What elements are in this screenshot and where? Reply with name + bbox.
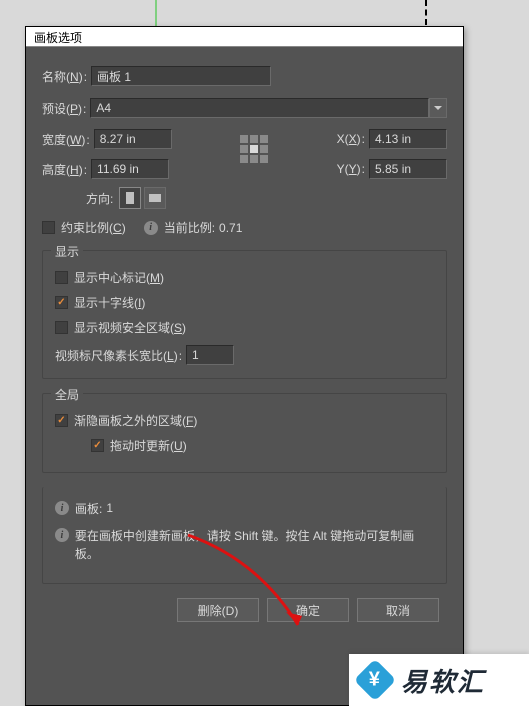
orientation-landscape-button[interactable] [144, 187, 166, 209]
height-label: 高度(H): [42, 161, 91, 178]
preset-dropdown-button[interactable] [429, 98, 447, 118]
orientation-portrait-button[interactable] [119, 187, 141, 209]
artboard-count-value: 1 [106, 501, 113, 515]
reference-point-grid[interactable] [240, 135, 268, 163]
update-drag-checkbox[interactable] [91, 439, 104, 452]
current-ratio-label: 当前比例: [164, 219, 215, 236]
constrain-proportions-label: 约束比例(C) [61, 219, 126, 236]
preset-label: 预设(P): [42, 100, 90, 117]
current-ratio-value: 0.71 [219, 221, 242, 235]
info-icon: i [144, 221, 158, 235]
portrait-icon [126, 192, 134, 204]
width-label: 宽度(W): [42, 131, 94, 148]
constrain-proportions-checkbox[interactable] [42, 221, 55, 234]
dialog-titlebar: 画板选项 [26, 27, 463, 47]
logo-badge-icon: ¥ [357, 662, 393, 698]
info-icon: i [55, 501, 69, 515]
artboard-options-dialog: 画板选项 名称(N): 预设(P): 宽度(W): 高度(H): [25, 26, 464, 706]
info-group: i 画板: 1 i 要在画板中创建新画板，请按 Shift 键。按住 Alt 键… [42, 487, 447, 584]
dialog-title: 画板选项 [34, 31, 82, 45]
logo-text: 易软汇 [401, 662, 485, 699]
x-input[interactable] [369, 129, 447, 149]
global-group: 全局 渐隐画板之外的区域(F) 拖动时更新(U) [42, 393, 447, 473]
video-par-input[interactable] [186, 345, 234, 365]
info-icon: i [55, 528, 69, 542]
name-label: 名称(N): [42, 68, 91, 85]
show-center-mark-checkbox[interactable] [55, 271, 68, 284]
display-group-title: 显示 [51, 243, 83, 260]
height-input[interactable] [91, 159, 169, 179]
watermark-logo: ¥ 易软汇 [349, 654, 529, 706]
name-input[interactable] [91, 66, 271, 86]
width-input[interactable] [94, 129, 172, 149]
fade-outside-label: 渐隐画板之外的区域(F) [74, 412, 197, 429]
x-label: X(X): [337, 132, 369, 146]
delete-button[interactable]: 删除(D) [177, 598, 259, 622]
y-label: Y(Y): [337, 162, 369, 176]
ok-button[interactable]: 确定 [267, 598, 349, 622]
show-crosshairs-label: 显示十字线(I) [74, 294, 145, 311]
preset-select[interactable] [90, 98, 429, 118]
hint-text: 要在画板中创建新画板，请按 Shift 键。按住 Alt 键拖动可复制画板。 [75, 527, 434, 563]
orientation-label: 方向: [86, 190, 113, 207]
show-video-safe-label: 显示视频安全区域(S) [74, 319, 186, 336]
cancel-button[interactable]: 取消 [357, 598, 439, 622]
artboard-edge-dashed [425, 0, 427, 25]
video-par-label: 视频标尺像素长宽比(L): [55, 347, 186, 364]
y-input[interactable] [369, 159, 447, 179]
landscape-icon [149, 194, 161, 202]
show-video-safe-checkbox[interactable] [55, 321, 68, 334]
display-group: 显示 显示中心标记(M) 显示十字线(I) 显示视频安全区域(S) 视频标尺像素… [42, 250, 447, 379]
update-drag-label: 拖动时更新(U) [110, 437, 187, 454]
show-crosshairs-checkbox[interactable] [55, 296, 68, 309]
artboard-count-label: 画板: [75, 500, 102, 517]
global-group-title: 全局 [51, 386, 83, 403]
fade-outside-checkbox[interactable] [55, 414, 68, 427]
chevron-down-icon [434, 106, 442, 110]
show-center-mark-label: 显示中心标记(M) [74, 269, 164, 286]
